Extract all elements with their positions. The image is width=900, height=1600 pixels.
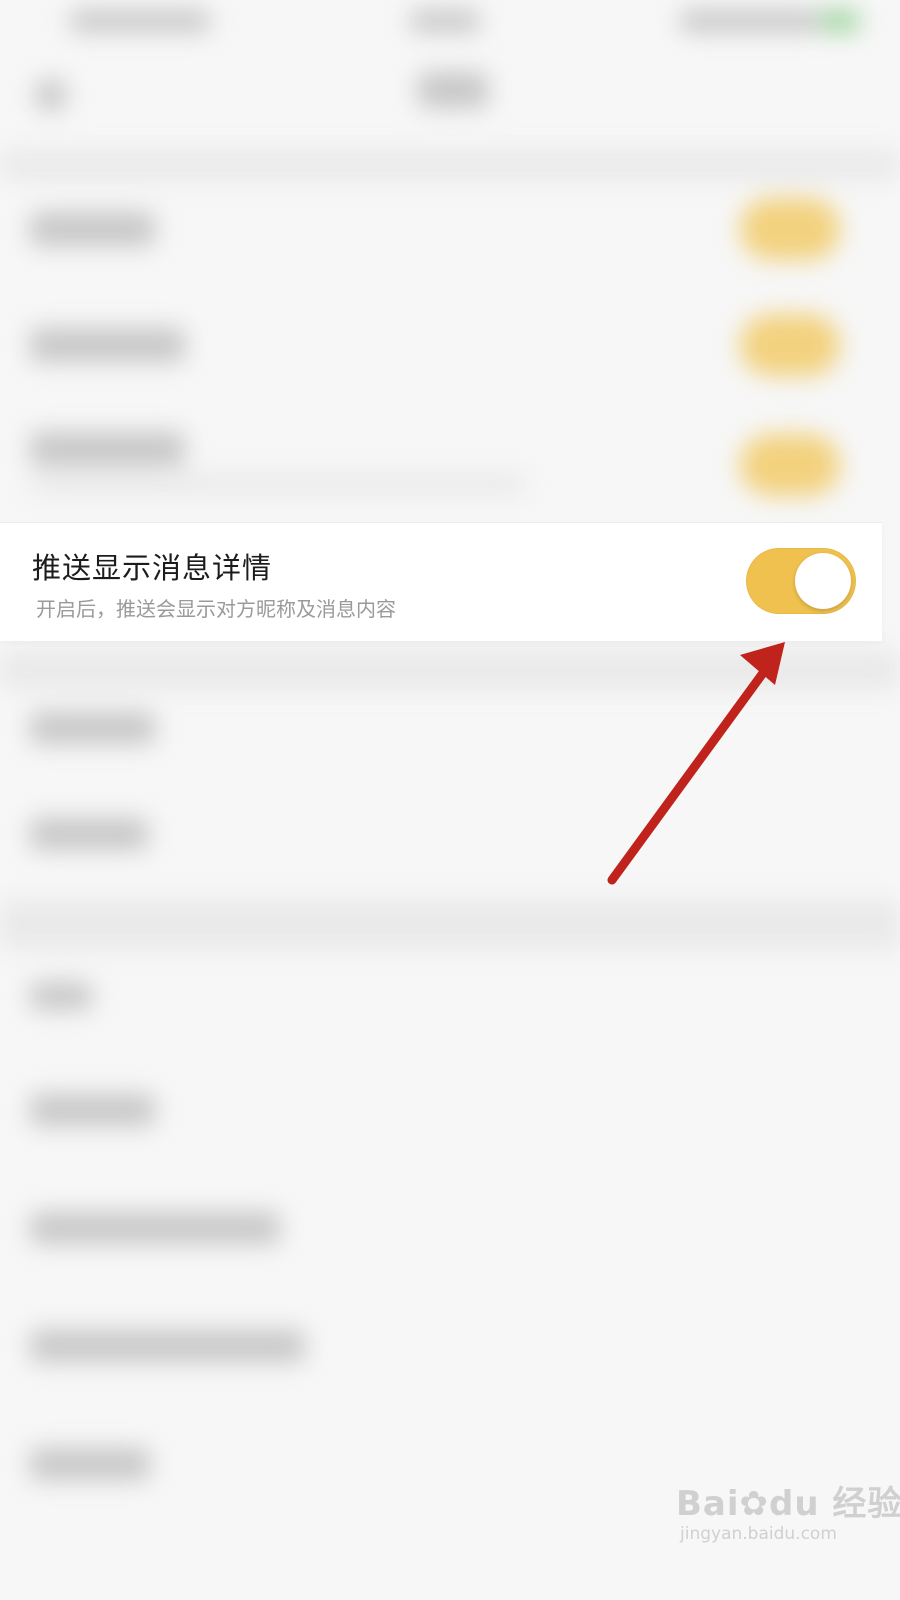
baidu-jingyan-watermark: Bai✿du 经验 jingyan.baidu.com xyxy=(676,1468,900,1568)
watermark-brand-left: Bai xyxy=(676,1484,740,1524)
setting-description: 开启后，推送会显示对方昵称及消息内容 xyxy=(36,597,396,621)
setting-title: 推送显示消息详情 xyxy=(32,551,273,585)
push-detail-toggle[interactable] xyxy=(746,548,856,614)
push-detail-setting-row: 推送显示消息详情 开启后，推送会显示对方昵称及消息内容 xyxy=(0,522,882,641)
blurred-background xyxy=(0,0,900,1600)
watermark-brand-right: du xyxy=(769,1484,820,1524)
watermark-url: jingyan.baidu.com xyxy=(680,1524,837,1544)
watermark-brand-cn: 经验 xyxy=(832,1484,900,1524)
settings-screen: 推送显示消息详情 开启后，推送会显示对方昵称及消息内容 Bai✿du 经验 ji… xyxy=(0,0,900,1600)
toggle-knob xyxy=(795,553,851,609)
paw-icon: ✿ xyxy=(739,1484,770,1524)
